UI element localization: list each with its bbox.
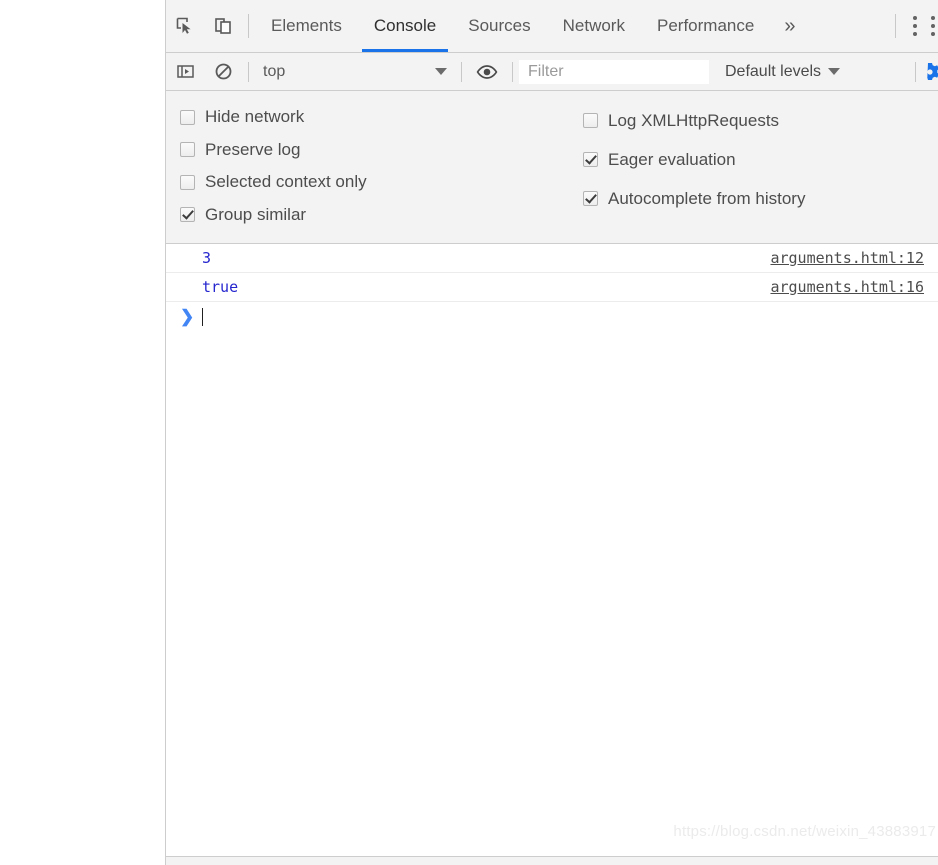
log-xmlhttprequests-checkbox[interactable] xyxy=(583,113,598,128)
close-devtools-icon[interactable] xyxy=(928,0,938,52)
option-preserve-log[interactable]: Preserve log xyxy=(180,134,571,167)
console-settings-panel: Hide network Preserve log Selected conte… xyxy=(166,91,938,244)
tabbar-divider-right xyxy=(895,14,896,38)
option-autocomplete-from-history[interactable]: Autocomplete from history xyxy=(583,179,938,218)
console-prompt[interactable]: ❯ xyxy=(166,302,938,332)
console-message-row[interactable]: 3 arguments.html:12 xyxy=(166,244,938,273)
filter-placeholder: Filter xyxy=(528,62,564,80)
option-group-similar[interactable]: Group similar xyxy=(180,199,571,232)
more-tabs-icon[interactable]: » xyxy=(770,0,809,52)
tab-console[interactable]: Console xyxy=(358,0,452,52)
hide-network-checkbox[interactable] xyxy=(180,109,195,125)
tab-console-label: Console xyxy=(373,16,437,35)
log-levels-label: Default levels xyxy=(725,62,822,80)
tab-performance-label: Performance xyxy=(656,16,755,35)
console-filter-toolbar: top Filter Default levels xyxy=(166,53,938,91)
filterbar-divider-3 xyxy=(512,61,513,82)
hide-network-label: Hide network xyxy=(205,107,305,127)
execution-context-select[interactable]: top xyxy=(255,63,455,81)
text-cursor xyxy=(202,308,203,326)
console-message-value: true xyxy=(202,278,239,296)
tab-sources-label: Sources xyxy=(468,16,531,35)
filterbar-divider-2 xyxy=(461,61,462,82)
tabbar-spacer xyxy=(809,0,889,52)
tab-network-label: Network xyxy=(562,16,625,35)
inspect-element-icon[interactable] xyxy=(166,0,204,52)
log-levels-select[interactable]: Default levels xyxy=(725,63,848,81)
settings-column-left: Hide network Preserve log Selected conte… xyxy=(166,101,571,231)
console-message-list[interactable]: 3 arguments.html:12 true arguments.html:… xyxy=(166,244,938,856)
eager-evaluation-label: Eager evaluation xyxy=(608,149,736,169)
more-tabs-glyph: » xyxy=(784,14,796,37)
tab-elements-label: Elements xyxy=(271,16,342,35)
console-statusbar xyxy=(166,856,938,865)
tab-elements[interactable]: Elements xyxy=(255,0,358,52)
autocomplete-from-history-label: Autocomplete from history xyxy=(608,188,806,208)
option-log-xmlhttprequests[interactable]: Log XMLHttpRequests xyxy=(583,101,938,140)
preserve-log-label: Preserve log xyxy=(205,139,301,159)
watermark: https://blog.csdn.net/weixin_43883917 xyxy=(673,823,936,840)
selected-context-only-checkbox[interactable] xyxy=(180,174,195,190)
clear-console-icon[interactable] xyxy=(204,62,242,81)
selected-context-only-label: Selected context only xyxy=(205,172,367,192)
prompt-chevron-icon: ❯ xyxy=(180,307,195,326)
console-sidebar-icon[interactable] xyxy=(166,62,204,81)
option-eager-evaluation[interactable]: Eager evaluation xyxy=(583,140,938,179)
more-options-icon[interactable] xyxy=(902,0,928,52)
live-expression-icon[interactable] xyxy=(468,64,506,80)
console-message-source-link[interactable]: arguments.html:12 xyxy=(770,249,924,267)
devtools-tabbar: Elements Console Sources Network Perform… xyxy=(166,0,938,53)
option-hide-network[interactable]: Hide network xyxy=(180,101,571,134)
autocomplete-from-history-checkbox[interactable] xyxy=(583,191,598,206)
group-similar-label: Group similar xyxy=(205,204,307,224)
execution-context-value: top xyxy=(263,62,286,80)
tab-performance[interactable]: Performance xyxy=(641,0,770,52)
tabbar-divider xyxy=(248,14,249,38)
settings-gear-icon[interactable] xyxy=(922,62,938,82)
log-xmlhttprequests-label: Log XMLHttpRequests xyxy=(608,110,780,130)
preserve-log-checkbox[interactable] xyxy=(180,142,195,158)
console-message-source-link[interactable]: arguments.html:16 xyxy=(770,278,924,296)
console-message-row[interactable]: true arguments.html:16 xyxy=(166,273,938,302)
filter-input[interactable]: Filter xyxy=(519,59,709,84)
devtools-panel: Elements Console Sources Network Perform… xyxy=(165,0,938,865)
console-message-value: 3 xyxy=(202,249,212,267)
filterbar-divider-1 xyxy=(248,61,249,82)
tab-sources[interactable]: Sources xyxy=(452,0,546,52)
group-similar-checkbox[interactable] xyxy=(180,207,195,223)
filterbar-divider-4 xyxy=(915,61,916,82)
device-toolbar-icon[interactable] xyxy=(204,0,242,52)
settings-column-right: Log XMLHttpRequests Eager evaluation Aut… xyxy=(571,101,938,231)
option-selected-context-only[interactable]: Selected context only xyxy=(180,166,571,199)
eager-evaluation-checkbox[interactable] xyxy=(583,152,598,167)
chevron-down-icon-levels xyxy=(828,68,841,75)
tab-network[interactable]: Network xyxy=(547,0,641,52)
chevron-down-icon xyxy=(435,68,447,75)
